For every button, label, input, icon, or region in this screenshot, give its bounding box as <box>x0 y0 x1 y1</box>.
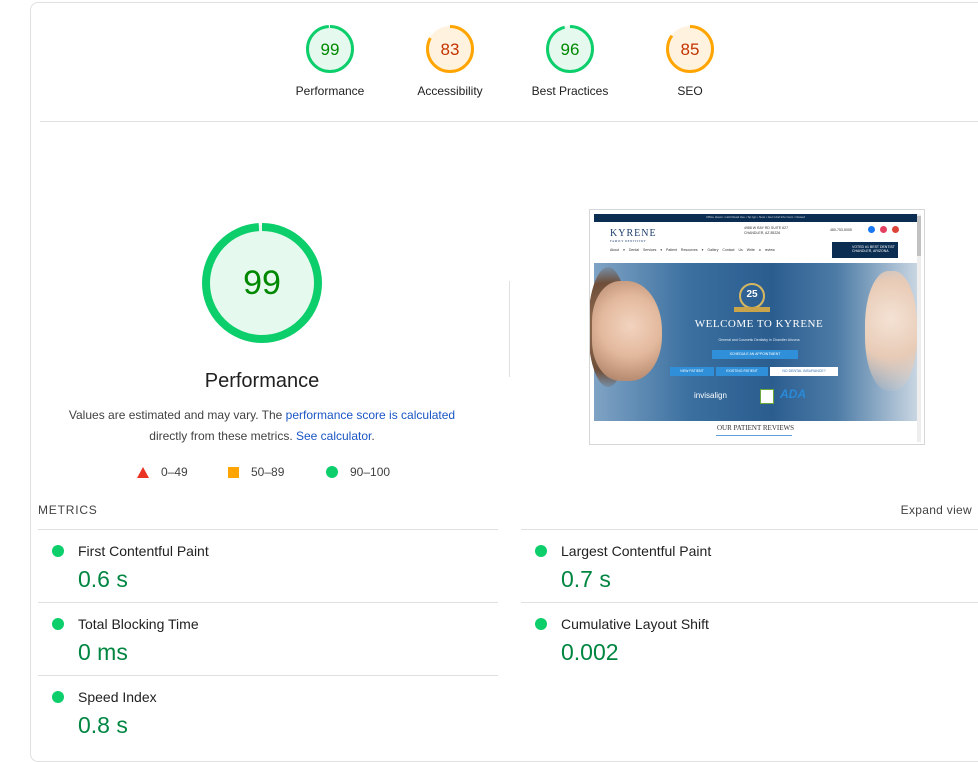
insurance-button: NO DENTAL INSURANCE? <box>770 367 838 376</box>
award-badge: VOTED #1 BEST DENTIST CHANDLER, ARIZONA <box>832 242 898 258</box>
metric-value: 0.6 s <box>78 566 128 592</box>
performance-score-link[interactable]: performance score is calculated <box>286 408 455 422</box>
legend-pass: 90–100 <box>326 465 390 479</box>
legend-range: 90–100 <box>350 465 391 479</box>
metric-value: 0 ms <box>78 639 128 665</box>
site-topbar: Office Hours • Holi Rewd Ave • Sp Ign • … <box>594 214 917 222</box>
metric-cumulative-layout-shift: Cumulative Layout Shift 0.002 <box>521 602 978 676</box>
metric-label: Cumulative Layout Shift <box>561 616 709 632</box>
logo-text: KYRENE <box>610 228 657 239</box>
performance-gauge-large: 99 <box>202 223 322 343</box>
score-legend: 0–49 50–89 90–100 <box>137 465 437 481</box>
address-line: CHANDLER, AZ 85226 <box>744 231 781 235</box>
final-screenshot[interactable]: Office Hours • Holi Rewd Ave • Sp Ign • … <box>589 209 925 445</box>
reviews-underline <box>716 435 792 436</box>
pass-circle-icon <box>52 691 64 703</box>
gauge-ring: 99 <box>306 25 354 73</box>
metrics-header: METRICS <box>38 503 98 517</box>
hero-title: WELCOME TO KYRENE <box>694 318 824 330</box>
metric-total-blocking-time: Total Blocking Time 0 ms <box>38 602 498 676</box>
metric-label: Largest Contentful Paint <box>561 543 712 559</box>
legend-range: 50–89 <box>251 465 285 479</box>
metric-label: Total Blocking Time <box>78 616 199 632</box>
pass-circle-icon <box>535 618 547 630</box>
site-logo: KYRENE FAMILY DENTISTRY <box>610 228 657 243</box>
hero-photo-face <box>592 281 662 381</box>
performance-title: Performance <box>204 370 320 392</box>
gauge-seo[interactable]: 85 SEO <box>630 24 750 98</box>
circle-icon <box>326 466 338 478</box>
hero-photo-kids <box>865 271 917 391</box>
metric-first-contentful-paint: First Contentful Paint 0.6 s <box>38 529 498 603</box>
badge-text: VOTED #1 BEST DENTIST CHANDLER, ARIZONA <box>852 245 895 253</box>
legend-average: 50–89 <box>228 465 284 479</box>
see-calculator-link[interactable]: See calculator <box>296 429 371 443</box>
performance-description: Values are estimated and may vary. The p… <box>55 405 469 447</box>
legend-range: 0–49 <box>161 465 188 479</box>
svg-text:85: 85 <box>681 40 700 59</box>
invisalign-logo: invisalign <box>694 391 727 400</box>
emblem-ribbon <box>734 307 770 312</box>
site-phone: 480-753-5005 <box>830 228 852 232</box>
metric-value: 0.002 <box>561 639 619 665</box>
svg-text:96: 96 <box>561 40 580 59</box>
site-header: KYRENE FAMILY DENTISTRY 4988 W RAY RD SUI… <box>594 222 917 262</box>
gauge-accessibility[interactable]: 83 Accessibility <box>390 24 510 98</box>
svg-text:99: 99 <box>321 40 340 59</box>
vertical-divider <box>509 281 510 377</box>
gauge-label: Accessibility <box>417 84 483 98</box>
logo-subtext: FAMILY DENTISTRY <box>610 239 647 243</box>
gauge-ring: 96 <box>546 25 594 73</box>
metric-value: 0.8 s <box>78 712 128 738</box>
triangle-icon <box>137 466 149 478</box>
divider <box>40 121 978 122</box>
reviews-heading: OUR PATIENT REVIEWS <box>716 424 794 432</box>
square-icon <box>228 466 239 478</box>
metric-value: 0.7 s <box>561 566 611 592</box>
pass-circle-icon <box>52 545 64 557</box>
anniversary-emblem: 25 <box>739 283 765 309</box>
pass-circle-icon <box>52 618 64 630</box>
site-nav: About ▾ Dental Services ▾ Patient Resour… <box>610 248 775 252</box>
metric-label: Speed Index <box>78 689 157 705</box>
gauge-ring: 85 <box>666 25 714 73</box>
svg-text:83: 83 <box>441 40 460 59</box>
pass-circle-icon <box>535 545 547 557</box>
scrollbar <box>917 214 921 442</box>
schedule-button: SCHEDULE AN APPOINTMENT <box>712 350 798 359</box>
address-line: 4988 W RAY RD SUITE 627 <box>744 226 789 230</box>
site-address: 4988 W RAY RD SUITE 627 CHANDLER, AZ 8522… <box>744 226 788 236</box>
desc-text: Values are estimated and may vary. The <box>68 408 286 422</box>
facebook-icon <box>868 226 875 233</box>
legend-fail: 0–49 <box>137 465 188 479</box>
gauge-label: Best Practices <box>531 84 609 98</box>
svg-text:99: 99 <box>243 264 281 302</box>
certified-badge-icon <box>760 389 774 404</box>
ada-logo: ADA <box>780 387 806 401</box>
metric-largest-contentful-paint: Largest Contentful Paint 0.7 s <box>521 529 978 603</box>
expand-view-button[interactable]: Expand view <box>901 503 972 517</box>
google-icon <box>892 226 899 233</box>
hero-banner: 25 WELCOME TO KYRENE General and Cosmeti… <box>590 263 917 421</box>
topbar-text: Office Hours • Holi Rewd Ave • Sp Ign • … <box>706 215 805 219</box>
desc-text: directly from these metrics. <box>149 429 296 443</box>
category-gauges: 99 Performance 83 Accessibility 96 Best … <box>270 24 750 114</box>
gauge-label: Performance <box>295 84 365 98</box>
partner-logos: invisalign ADA <box>694 387 824 405</box>
hero-subtitle: General and Cosmetic Dentistry in Chandl… <box>718 338 800 342</box>
metric-label: First Contentful Paint <box>78 543 209 559</box>
instagram-icon <box>880 226 887 233</box>
gauge-performance[interactable]: 99 Performance <box>270 24 390 98</box>
desc-text: . <box>371 429 375 443</box>
gauge-best-practices[interactable]: 96 Best Practices <box>510 24 630 98</box>
gauge-label: SEO <box>677 84 703 98</box>
new-patient-button: NEW PATIENT <box>670 367 714 376</box>
existing-patient-button: EXISTING PATIENT <box>716 367 768 376</box>
metric-speed-index: Speed Index 0.8 s <box>38 675 498 749</box>
gauge-ring: 83 <box>426 25 474 73</box>
